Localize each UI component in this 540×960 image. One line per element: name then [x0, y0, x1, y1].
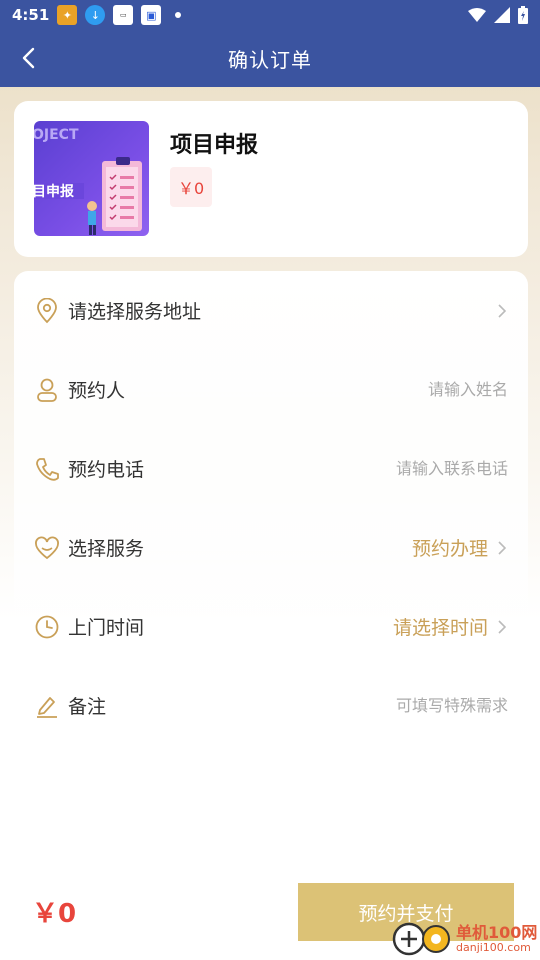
chevron-right-icon: [498, 619, 508, 635]
phone-input[interactable]: [288, 459, 508, 478]
time-row[interactable]: 上门时间 请选择时间: [14, 587, 528, 666]
more-notifications-icon: [175, 12, 182, 18]
app-notification-icon: ✦: [57, 5, 78, 25]
thumb-text-main: 目申报: [34, 183, 74, 200]
edit-icon: [34, 693, 60, 719]
chevron-right-icon: [498, 303, 508, 319]
signal-icon: [494, 7, 510, 23]
page-title: 确认订单: [228, 48, 312, 72]
note-label: 备注: [68, 696, 107, 718]
note-row: 备注: [14, 666, 528, 745]
back-button[interactable]: [14, 44, 42, 72]
status-time: 4:51: [12, 6, 50, 24]
battery-icon: [518, 6, 528, 24]
heart-icon: [34, 535, 60, 561]
address-label: 请选择服务地址: [68, 301, 202, 323]
address-row[interactable]: 请选择服务地址: [14, 271, 528, 350]
product-name: 项目申报: [170, 133, 259, 158]
status-right: [468, 6, 528, 24]
app-notification-icon-2: ▭: [113, 5, 134, 25]
watermark-logo-icon: [392, 922, 450, 956]
booker-row: 预约人: [14, 350, 528, 429]
clock-icon: [34, 614, 60, 640]
booker-name-input[interactable]: [288, 380, 508, 399]
time-value: 请选择时间: [392, 617, 488, 639]
project-illustration: OJECT 目申报: [34, 127, 142, 235]
watermark-domain: danji100.com: [456, 940, 531, 954]
phone-label: 预约电话: [68, 459, 145, 481]
phone-icon: [34, 456, 60, 482]
watermark-brand: 单机100网: [456, 922, 538, 942]
app-notification-icon-3: ▣: [141, 5, 162, 25]
booker-label: 预约人: [68, 380, 126, 402]
thumb-text-top: OJECT: [34, 127, 79, 143]
service-row[interactable]: 选择服务 预约办理: [14, 508, 528, 587]
time-label: 上门时间: [68, 617, 145, 639]
status-bar: 4:51 ✦ ↓ ▭ ▣: [0, 0, 540, 30]
order-total: ￥0: [32, 899, 77, 929]
app-header: 确认订单: [0, 30, 540, 87]
chevron-right-icon: [498, 540, 508, 556]
location-pin-icon: [34, 297, 60, 324]
wifi-icon: [468, 8, 486, 22]
person-icon: [34, 377, 60, 403]
back-arrow-icon: [22, 47, 35, 69]
product-thumbnail: OJECT 目申报: [34, 121, 149, 236]
service-label: 选择服务: [68, 538, 145, 560]
order-form: 请选择服务地址 预约人 预约电话 选择服务 预约办理 上门时间: [14, 271, 528, 751]
service-value: 预约办理: [411, 538, 488, 560]
product-card[interactable]: OJECT 目申报 项目申报: [14, 101, 528, 257]
product-price: ￥0: [170, 167, 213, 207]
watermark: 单机100网 danji100.com: [392, 918, 540, 960]
download-icon: ↓: [85, 5, 106, 25]
note-input[interactable]: [288, 696, 508, 715]
phone-row: 预约电话: [14, 429, 528, 508]
